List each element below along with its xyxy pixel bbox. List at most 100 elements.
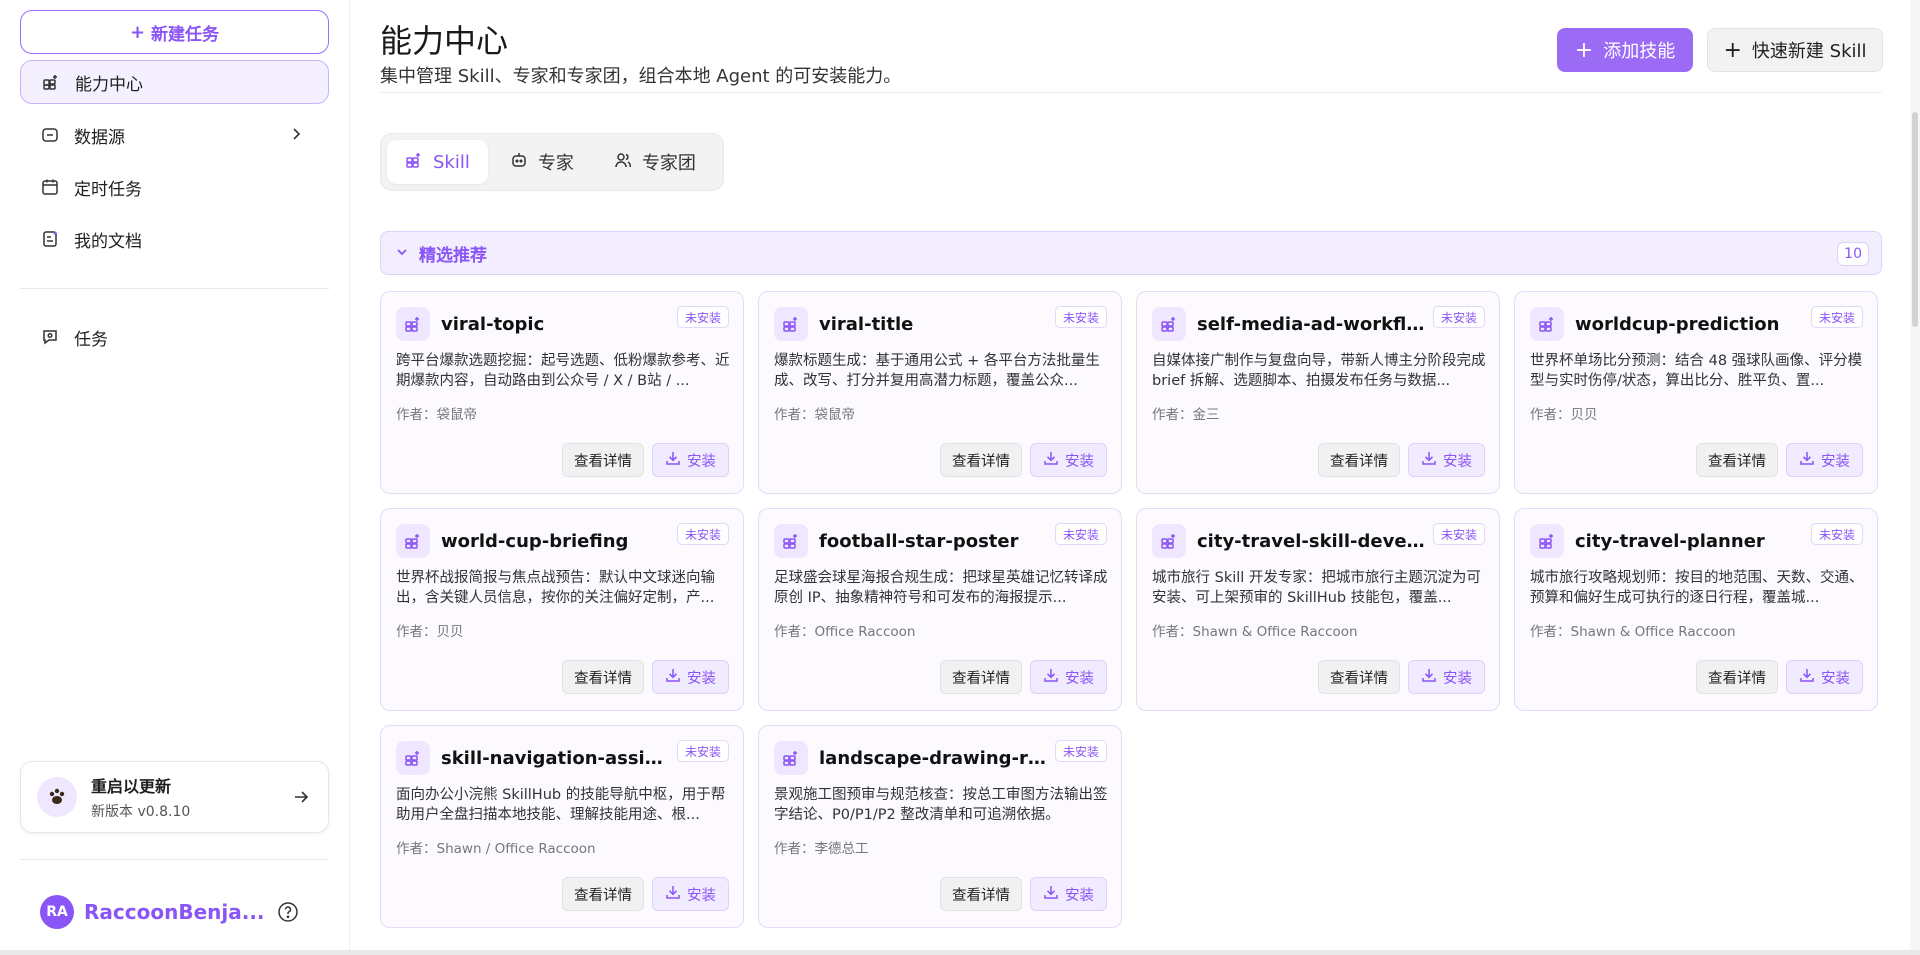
sidebar-item-label: 定时任务 xyxy=(74,179,142,200)
grid-plus-icon xyxy=(41,72,61,92)
user-profile[interactable]: RA RaccoonBenja... xyxy=(20,888,329,936)
view-details-button[interactable]: 查看详情 xyxy=(562,660,644,694)
skill-card[interactable]: football-star-poster 未安装 足球盛会球星海报合规生成：把球… xyxy=(758,508,1122,711)
plus-icon: + xyxy=(1574,37,1594,63)
status-badge: 未安装 xyxy=(1432,306,1485,328)
skill-card[interactable]: city-travel-skill-developer 未安装 城市旅行 Ski… xyxy=(1136,508,1500,711)
quick-new-skill-button[interactable]: + 快速新建 Skill xyxy=(1707,28,1883,72)
robot-icon xyxy=(510,151,528,174)
view-details-button[interactable]: 查看详情 xyxy=(1318,660,1400,694)
install-label: 安装 xyxy=(1065,887,1094,904)
install-label: 安装 xyxy=(1821,670,1850,687)
skill-card-description: 世界杯单场比分预测：结合 48 强球队画像、评分模型与实时伤停/状态，算出比分、… xyxy=(1530,353,1863,389)
sidebar-item-scheduled-tasks[interactable]: 定时任务 xyxy=(20,165,329,209)
skill-card[interactable]: viral-title 未安装 爆款标题生成：基于通用公式 + 各平台方法批量生… xyxy=(758,291,1122,494)
sidebar-item-capability-center[interactable]: 能力中心 xyxy=(20,60,329,104)
download-icon xyxy=(1043,667,1059,687)
view-details-button[interactable]: 查看详情 xyxy=(562,443,644,477)
bottom-edge xyxy=(0,950,1920,955)
help-icon[interactable] xyxy=(277,901,299,927)
grid-plus-icon xyxy=(396,741,430,775)
section-title: 精选推荐 xyxy=(419,245,487,266)
skill-card[interactable]: city-travel-planner 未安装 城市旅行攻略规划师：按目的地范围… xyxy=(1514,508,1878,711)
skill-card[interactable]: skill-navigation-assistant... 未安装 面向办公小浣… xyxy=(380,725,744,928)
sidebar-item-label: 我的文档 xyxy=(74,231,142,252)
grid-plus-icon xyxy=(396,307,430,341)
view-details-button[interactable]: 查看详情 xyxy=(940,660,1022,694)
install-button[interactable]: 安装 xyxy=(1408,660,1485,694)
download-icon xyxy=(665,450,681,470)
view-details-button[interactable]: 查看详情 xyxy=(1318,443,1400,477)
view-details-button[interactable]: 查看详情 xyxy=(940,877,1022,911)
install-button[interactable]: 安装 xyxy=(652,660,729,694)
install-button[interactable]: 安装 xyxy=(1030,443,1107,477)
install-button[interactable]: 安装 xyxy=(652,443,729,477)
add-skill-button[interactable]: + 添加技能 xyxy=(1557,28,1693,72)
install-button[interactable]: 安装 xyxy=(652,877,729,911)
install-label: 安装 xyxy=(687,453,716,470)
tab-skill[interactable]: Skill xyxy=(387,140,488,184)
tab-bar: Skill 专家 专家团 xyxy=(380,133,724,191)
sidebar-item-tasks[interactable]: 任务 xyxy=(20,315,329,359)
download-icon xyxy=(1043,450,1059,470)
calendar-icon xyxy=(40,177,60,197)
view-details-button[interactable]: 查看详情 xyxy=(940,443,1022,477)
quick-new-label: 快速新建 Skill xyxy=(1751,41,1867,62)
grid-plus-icon xyxy=(1530,307,1564,341)
skill-card-title: city-travel-planner xyxy=(1575,531,1765,552)
users-icon xyxy=(614,151,632,174)
download-icon xyxy=(1043,884,1059,904)
plus-icon: + xyxy=(129,21,146,43)
skill-card[interactable]: world-cup-briefing 未安装 世界杯战报简报与焦点战预告：默认中… xyxy=(380,508,744,711)
download-icon xyxy=(665,667,681,687)
skill-card-grid: viral-topic 未安装 跨平台爆款选题挖掘：起号选题、低粉爆款参考、近期… xyxy=(380,291,1878,928)
install-label: 安装 xyxy=(687,670,716,687)
install-button[interactable]: 安装 xyxy=(1786,443,1863,477)
tab-expert-teams[interactable]: 专家团 xyxy=(596,140,714,184)
view-details-button[interactable]: 查看详情 xyxy=(1696,660,1778,694)
skill-card-description: 景观施工图预审与规范核查：按总工审图方法输出签字结论、P0/P1/P2 整改清单… xyxy=(774,787,1108,823)
sidebar-item-data-source[interactable]: 数据源 xyxy=(20,113,329,157)
status-badge: 未安装 xyxy=(676,740,729,762)
scrollbar[interactable] xyxy=(1910,0,1920,955)
skill-card-title: world-cup-briefing xyxy=(441,531,629,552)
skill-card-description: 城市旅行 Skill 开发专家：把城市旅行主题沉淀为可安装、可上架预审的 Ski… xyxy=(1152,570,1481,606)
grid-plus-icon xyxy=(1152,307,1186,341)
chevron-down-icon xyxy=(395,244,409,263)
status-badge: 未安装 xyxy=(1810,523,1863,545)
status-badge: 未安装 xyxy=(676,306,729,328)
update-version: 新版本 v0.8.10 xyxy=(91,804,191,820)
scrollbar-thumb[interactable] xyxy=(1912,112,1918,327)
grid-plus-icon xyxy=(774,307,808,341)
skill-card-author: 作者：李德总工 xyxy=(774,841,869,857)
view-details-button[interactable]: 查看详情 xyxy=(562,877,644,911)
tab-label: 专家 xyxy=(537,153,574,174)
install-button[interactable]: 安装 xyxy=(1030,660,1107,694)
grid-plus-icon xyxy=(774,524,808,558)
install-button[interactable]: 安装 xyxy=(1408,443,1485,477)
skill-card-description: 自媒体接广制作与复盘向导，带新人博主分阶段完成 brief 拆解、选题脚本、拍摄… xyxy=(1152,353,1486,389)
install-label: 安装 xyxy=(1443,453,1472,470)
featured-section-header[interactable]: 精选推荐 10 xyxy=(380,231,1882,275)
main-content: 能力中心 集中管理 Skill、专家和专家团，组合本地 Agent 的可安装能力… xyxy=(350,0,1920,955)
restart-update-card[interactable]: 重启以更新 新版本 v0.8.10 xyxy=(20,761,329,833)
skill-card[interactable]: self-media-ad-workflow 未安装 自媒体接广制作与复盘向导，… xyxy=(1136,291,1500,494)
sidebar-item-my-docs[interactable]: 我的文档 xyxy=(20,217,329,261)
new-task-button[interactable]: + 新建任务 xyxy=(20,10,329,54)
skill-card[interactable]: viral-topic 未安装 跨平台爆款选题挖掘：起号选题、低粉爆款参考、近期… xyxy=(380,291,744,494)
tab-experts[interactable]: 专家 xyxy=(492,140,592,184)
new-task-label: 新建任务 xyxy=(151,24,220,45)
skill-card[interactable]: landscape-drawing-revie... 未安装 景观施工图预审与规… xyxy=(758,725,1122,928)
skill-card-author: 作者：Shawn / Office Raccoon xyxy=(396,841,596,857)
view-details-button[interactable]: 查看详情 xyxy=(1696,443,1778,477)
grid-plus-icon xyxy=(774,741,808,775)
download-icon xyxy=(1421,450,1437,470)
sidebar-item-label: 任务 xyxy=(74,329,108,350)
skill-card[interactable]: worldcup-prediction 未安装 世界杯单场比分预测：结合 48 … xyxy=(1514,291,1878,494)
skill-card-description: 跨平台爆款选题挖掘：起号选题、低粉爆款参考、近期爆款内容，自动路由到公众号 / … xyxy=(396,353,730,389)
skill-card-title: worldcup-prediction xyxy=(1575,314,1780,335)
status-badge: 未安装 xyxy=(676,523,729,545)
install-button[interactable]: 安装 xyxy=(1030,877,1107,911)
install-button[interactable]: 安装 xyxy=(1786,660,1863,694)
grid-plus-icon xyxy=(1530,524,1564,558)
